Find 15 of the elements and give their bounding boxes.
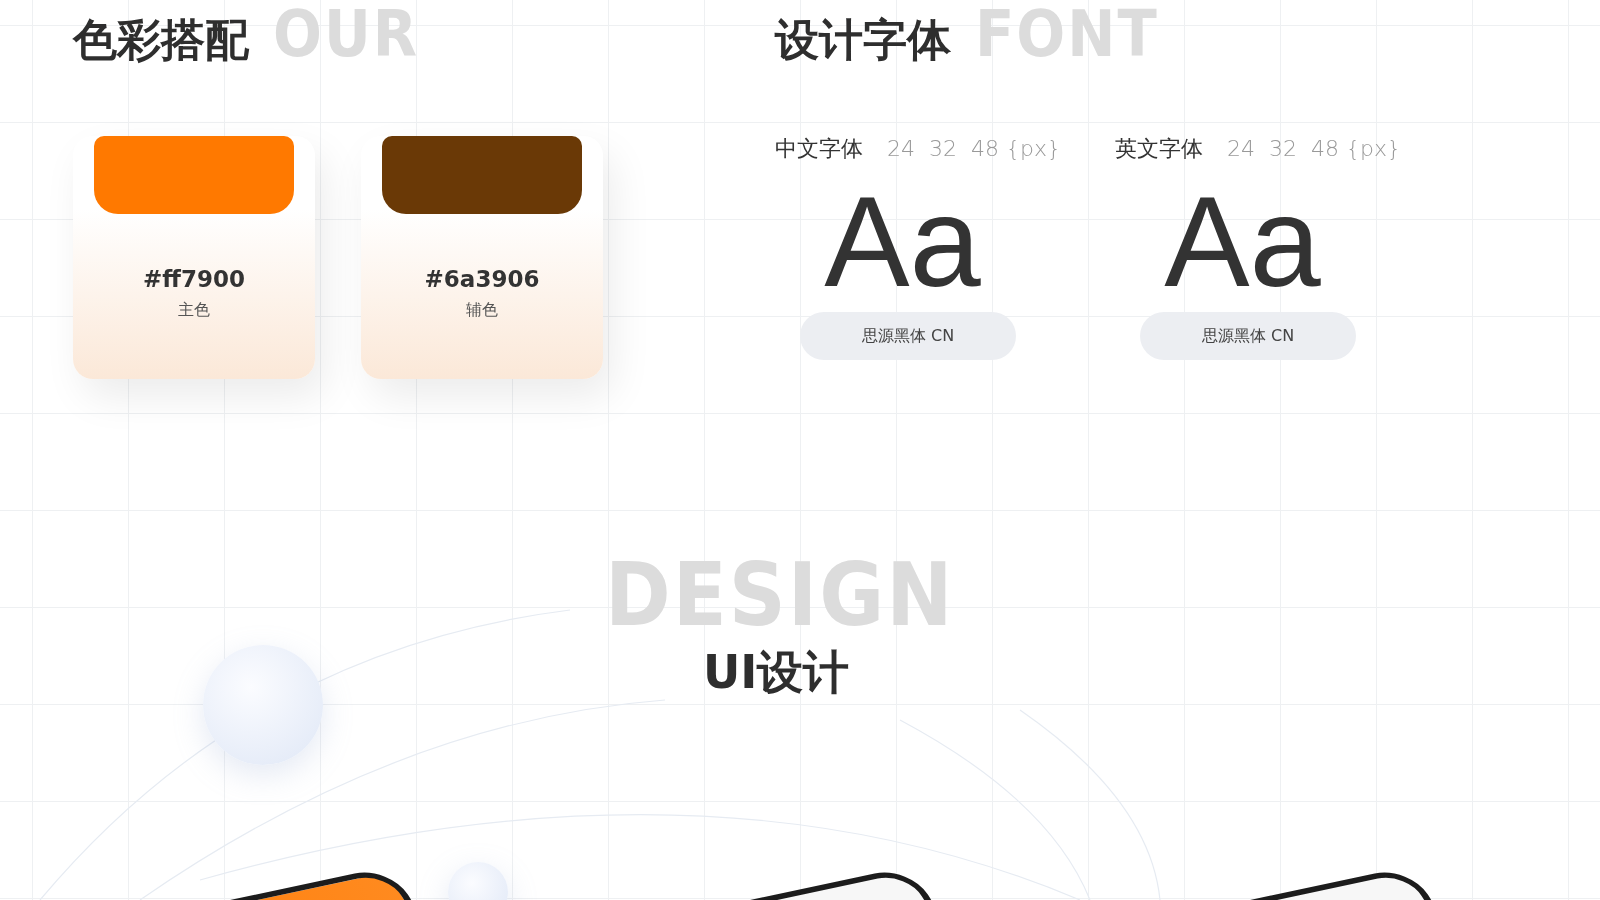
- section-title: 设计字体: [775, 16, 951, 65]
- font-sample: Aa: [823, 178, 982, 306]
- section-title: UI设计: [703, 647, 850, 698]
- color-code: #6a3906: [424, 266, 540, 292]
- font-sizes: 24 32 48 {px}: [1227, 136, 1401, 161]
- font-name-tag: 思源黑体 CN: [800, 312, 1016, 360]
- color-code: #ff7900: [143, 266, 245, 292]
- font-sizes: 24 32 48 {px}: [887, 136, 1061, 161]
- font-sample: Aa: [1163, 178, 1322, 306]
- font-name-tag: 思源黑体 CN: [1140, 312, 1356, 360]
- color-label: 辅色: [466, 300, 498, 321]
- font-label: 中文字体: [775, 135, 863, 163]
- color-label: 主色: [178, 300, 210, 321]
- section-title: 色彩搭配: [73, 16, 249, 65]
- font-label: 英文字体: [1115, 135, 1203, 163]
